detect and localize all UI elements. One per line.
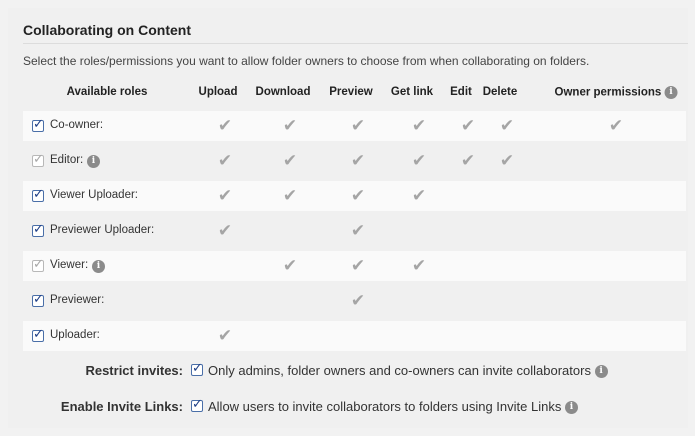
restrict-invites-checkbox[interactable]: ✓ (191, 361, 203, 376)
enable-invite-links-text: Allow users to invite collaborators to f… (208, 399, 562, 414)
role-row: ✓ Uploader: ✔ (23, 321, 686, 351)
col-header-upload: Upload (198, 86, 238, 98)
role-row: ✓ Previewer: ✔ (23, 286, 686, 316)
checkmark-icon: ✔ (350, 151, 366, 171)
section-title: Collaborating on Content (23, 22, 191, 38)
checkmark-icon: ✔ (282, 186, 298, 206)
section-description: Select the roles/permissions you want to… (23, 54, 590, 68)
restrict-invites-text: Only admins, folder owners and co-owners… (208, 363, 591, 378)
checkbox-check-icon: ✓ (33, 292, 44, 307)
checkmark-icon: ✔ (350, 256, 366, 276)
col-header-download: Download (255, 86, 311, 98)
info-icon[interactable]: i (664, 86, 678, 99)
checkbox-check-icon: ✓ (33, 117, 44, 132)
checkmark-icon: ✔ (350, 221, 366, 241)
checkbox-check-icon: ✓ (33, 327, 44, 342)
role-row: ✓ Viewer Uploader: ✔ ✔ ✔ ✔ (23, 181, 686, 211)
checkmark-icon: ✔ (411, 256, 427, 276)
checkmark-icon: ✔ (608, 116, 624, 136)
checkmark-icon: ✔ (217, 221, 233, 241)
checkmark-icon: ✔ (217, 151, 233, 171)
info-icon[interactable]: i (87, 155, 100, 169)
enable-invite-links-option: ✓ Allow users to invite collaborators to … (191, 397, 578, 415)
checkbox-check-icon: ✓ (33, 187, 44, 202)
checkmark-icon: ✔ (411, 116, 427, 136)
enable-invite-links-label: Enable Invite Links: (60, 399, 183, 414)
role-label: Previewer Uploader: (50, 224, 155, 236)
col-header-available-roles: Available roles (66, 86, 148, 98)
role-label: Viewer: (50, 259, 89, 271)
role-row: ✓ Co-owner: ✔ ✔ ✔ ✔ ✔ ✔ ✔ (23, 111, 686, 141)
checkmark-icon: ✔ (411, 151, 427, 171)
col-header-edit: Edit (450, 86, 472, 98)
checkmark-icon: ✔ (217, 116, 233, 136)
role-info: i (85, 153, 100, 171)
checkmark-icon: ✔ (499, 151, 515, 171)
role-checkbox[interactable]: ✓ (32, 222, 44, 237)
info-icon[interactable]: i (594, 365, 608, 379)
checkmark-icon: ✔ (350, 116, 366, 136)
role-checkbox[interactable]: ✓ (32, 327, 44, 342)
collaboration-panel: Collaborating on Content Select the role… (8, 8, 688, 428)
role-row: ✓ Previewer Uploader: ✔ ✔ (23, 216, 686, 246)
col-header-delete: Delete (482, 86, 518, 98)
col-header-owner-permissions: Owner permissions i (555, 86, 678, 99)
checkmark-icon: ✔ (217, 186, 233, 206)
role-label: Previewer: (50, 294, 105, 306)
role-checkbox[interactable]: ✓ (32, 117, 44, 132)
restrict-invites-option: ✓ Only admins, folder owners and co-owner… (191, 361, 608, 379)
checkmark-icon: ✔ (282, 151, 298, 171)
info-icon[interactable]: i (564, 401, 578, 415)
checkbox-check-icon: ✓ (33, 222, 44, 237)
checkmark-icon: ✔ (460, 116, 476, 136)
enable-invite-links-checkbox[interactable]: ✓ (191, 397, 203, 412)
role-label: Uploader: (50, 329, 100, 341)
divider (23, 43, 688, 44)
role-label: Viewer Uploader: (50, 189, 139, 201)
checkmark-icon: ✔ (499, 116, 515, 136)
checkmark-icon: ✔ (350, 186, 366, 206)
role-checkbox[interactable]: ✓ (32, 187, 44, 202)
restrict-invites-label: Restrict invites: (85, 363, 183, 378)
checkmark-icon: ✔ (350, 291, 366, 311)
checkmark-icon: ✔ (217, 326, 233, 346)
role-checkbox: ✓ (32, 257, 44, 272)
checkmark-icon: ✔ (460, 151, 476, 171)
role-label: Co-owner: (50, 119, 104, 131)
checkbox-check-icon: ✓ (33, 257, 44, 272)
role-row: ✓ Editor: i ✔ ✔ ✔ ✔ ✔ ✔ (23, 146, 686, 176)
role-row: ✓ Viewer: i ✔ ✔ ✔ (23, 251, 686, 281)
checkmark-icon: ✔ (282, 256, 298, 276)
role-checkbox: ✓ (32, 152, 44, 167)
checkmark-icon: ✔ (411, 186, 427, 206)
col-header-get-link: Get link (390, 86, 434, 98)
checkbox-check-icon: ✓ (33, 152, 44, 167)
role-info: i (90, 258, 105, 276)
col-header-preview: Preview (329, 86, 373, 98)
role-label: Editor: (50, 154, 84, 166)
info-icon[interactable]: i (92, 260, 105, 274)
role-checkbox[interactable]: ✓ (32, 292, 44, 307)
owner-permissions-label: Owner permissions (554, 86, 662, 99)
checkmark-icon: ✔ (282, 116, 298, 136)
